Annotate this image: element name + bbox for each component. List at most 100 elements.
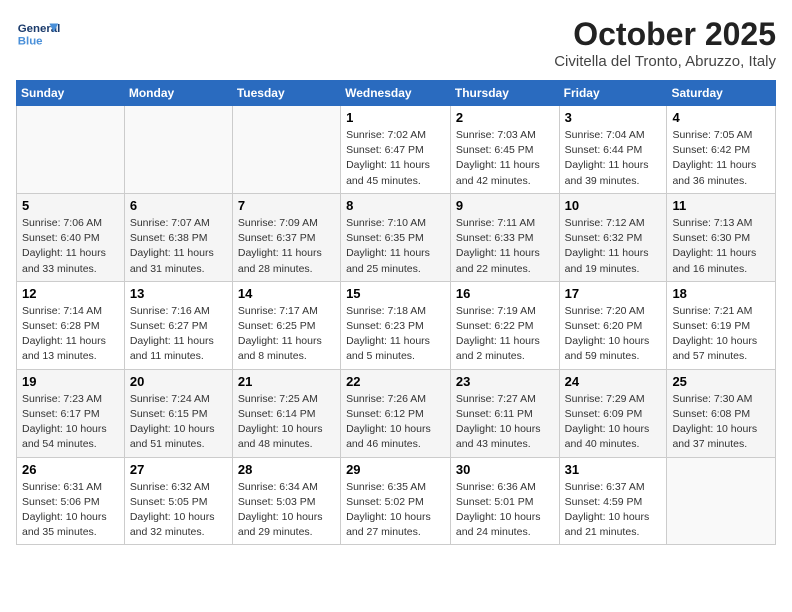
day-info: Sunrise: 7:24 AM Sunset: 6:15 PM Dayligh… — [130, 392, 227, 453]
calendar-cell: 7 Sunrise: 7:09 AM Sunset: 6:37 PM Daylig… — [232, 193, 340, 281]
day-info: Sunrise: 7:16 AM Sunset: 6:27 PM Dayligh… — [130, 304, 227, 365]
month-title: October 2025 — [554, 16, 776, 53]
calendar-cell: 13 Sunrise: 7:16 AM Sunset: 6:27 PM Dayli… — [124, 281, 232, 369]
day-number: 12 — [22, 286, 119, 301]
calendar-week-row: 19 Sunrise: 7:23 AM Sunset: 6:17 PM Dayli… — [17, 369, 776, 457]
day-info: Sunrise: 7:13 AM Sunset: 6:30 PM Dayligh… — [672, 216, 770, 277]
day-number: 19 — [22, 374, 119, 389]
day-number: 9 — [456, 198, 554, 213]
day-info: Sunrise: 7:30 AM Sunset: 6:08 PM Dayligh… — [672, 392, 770, 453]
day-number: 18 — [672, 286, 770, 301]
day-info: Sunrise: 7:12 AM Sunset: 6:32 PM Dayligh… — [565, 216, 662, 277]
calendar-cell: 15 Sunrise: 7:18 AM Sunset: 6:23 PM Dayli… — [341, 281, 451, 369]
day-number: 20 — [130, 374, 227, 389]
day-number: 13 — [130, 286, 227, 301]
day-number: 5 — [22, 198, 119, 213]
day-number: 26 — [22, 462, 119, 477]
calendar-week-row: 5 Sunrise: 7:06 AM Sunset: 6:40 PM Daylig… — [17, 193, 776, 281]
calendar-cell: 23Sunrise: 7:27 AM Sunset: 6:11 PM Dayli… — [450, 369, 559, 457]
day-number: 29 — [346, 462, 445, 477]
day-number: 27 — [130, 462, 227, 477]
day-info: Sunrise: 7:07 AM Sunset: 6:38 PM Dayligh… — [130, 216, 227, 277]
day-header-tuesday: Tuesday — [232, 81, 340, 106]
day-header-thursday: Thursday — [450, 81, 559, 106]
day-number: 24 — [565, 374, 662, 389]
day-number: 11 — [672, 198, 770, 213]
svg-text:Blue: Blue — [18, 36, 43, 48]
day-info: Sunrise: 7:09 AM Sunset: 6:37 PM Dayligh… — [238, 216, 335, 277]
header: General Blue October 2025 Civitella del … — [16, 16, 776, 70]
calendar-table: SundayMondayTuesdayWednesdayThursdayFrid… — [16, 80, 776, 545]
day-info: Sunrise: 7:19 AM Sunset: 6:22 PM Dayligh… — [456, 304, 554, 365]
day-info: Sunrise: 7:11 AM Sunset: 6:33 PM Dayligh… — [456, 216, 554, 277]
day-header-wednesday: Wednesday — [341, 81, 451, 106]
day-info: Sunrise: 7:05 AM Sunset: 6:42 PM Dayligh… — [672, 128, 770, 189]
day-number: 1 — [346, 110, 445, 125]
day-info: Sunrise: 7:18 AM Sunset: 6:23 PM Dayligh… — [346, 304, 445, 365]
day-info: Sunrise: 6:35 AM Sunset: 5:02 PM Dayligh… — [346, 480, 445, 541]
location-subtitle: Civitella del Tronto, Abruzzo, Italy — [554, 53, 776, 70]
calendar-cell — [17, 106, 125, 194]
calendar-cell — [124, 106, 232, 194]
calendar-cell: 1 Sunrise: 7:02 AM Sunset: 6:47 PM Daylig… — [341, 106, 451, 194]
day-number: 31 — [565, 462, 662, 477]
calendar-cell: 24 Sunrise: 7:29 AM Sunset: 6:09 PM Dayli… — [559, 369, 667, 457]
day-number: 28 — [238, 462, 335, 477]
title-area: October 2025 Civitella del Tronto, Abruz… — [554, 16, 776, 70]
calendar-cell — [232, 106, 340, 194]
day-info: Sunrise: 6:34 AM Sunset: 5:03 PM Dayligh… — [238, 480, 335, 541]
calendar-cell: 8Sunrise: 7:10 AM Sunset: 6:35 PM Daylig… — [341, 193, 451, 281]
day-number: 14 — [238, 286, 335, 301]
calendar-cell: 27Sunrise: 6:32 AM Sunset: 5:05 PM Dayli… — [124, 457, 232, 545]
calendar-cell: 22Sunrise: 7:26 AM Sunset: 6:12 PM Dayli… — [341, 369, 451, 457]
calendar-cell: 26 Sunrise: 6:31 AM Sunset: 5:06 PM Dayli… — [17, 457, 125, 545]
day-number: 7 — [238, 198, 335, 213]
calendar-cell: 25Sunrise: 7:30 AM Sunset: 6:08 PM Dayli… — [667, 369, 776, 457]
day-info: Sunrise: 7:14 AM Sunset: 6:28 PM Dayligh… — [22, 304, 119, 365]
calendar-cell: 11 Sunrise: 7:13 AM Sunset: 6:30 PM Dayli… — [667, 193, 776, 281]
day-info: Sunrise: 7:10 AM Sunset: 6:35 PM Dayligh… — [346, 216, 445, 277]
day-info: Sunrise: 7:04 AM Sunset: 6:44 PM Dayligh… — [565, 128, 662, 189]
calendar-week-row: 12 Sunrise: 7:14 AM Sunset: 6:28 PM Dayli… — [17, 281, 776, 369]
day-info: Sunrise: 7:23 AM Sunset: 6:17 PM Dayligh… — [22, 392, 119, 453]
day-number: 23 — [456, 374, 554, 389]
day-info: Sunrise: 6:37 AM Sunset: 4:59 PM Dayligh… — [565, 480, 662, 541]
calendar-cell: 3Sunrise: 7:04 AM Sunset: 6:44 PM Daylig… — [559, 106, 667, 194]
calendar-cell: 19 Sunrise: 7:23 AM Sunset: 6:17 PM Dayli… — [17, 369, 125, 457]
day-number: 30 — [456, 462, 554, 477]
calendar-cell: 12 Sunrise: 7:14 AM Sunset: 6:28 PM Dayli… — [17, 281, 125, 369]
calendar-cell: 20 Sunrise: 7:24 AM Sunset: 6:15 PM Dayli… — [124, 369, 232, 457]
calendar-cell: 9 Sunrise: 7:11 AM Sunset: 6:33 PM Daylig… — [450, 193, 559, 281]
day-number: 6 — [130, 198, 227, 213]
day-info: Sunrise: 7:26 AM Sunset: 6:12 PM Dayligh… — [346, 392, 445, 453]
calendar-cell: 18 Sunrise: 7:21 AM Sunset: 6:19 PM Dayli… — [667, 281, 776, 369]
calendar-cell: 14 Sunrise: 7:17 AM Sunset: 6:25 PM Dayli… — [232, 281, 340, 369]
logo: General Blue — [16, 16, 62, 52]
day-info: Sunrise: 7:29 AM Sunset: 6:09 PM Dayligh… — [565, 392, 662, 453]
calendar-cell: 21Sunrise: 7:25 AM Sunset: 6:14 PM Dayli… — [232, 369, 340, 457]
day-info: Sunrise: 7:21 AM Sunset: 6:19 PM Dayligh… — [672, 304, 770, 365]
day-info: Sunrise: 7:02 AM Sunset: 6:47 PM Dayligh… — [346, 128, 445, 189]
calendar-cell: 4 Sunrise: 7:05 AM Sunset: 6:42 PM Daylig… — [667, 106, 776, 194]
calendar-cell: 30 Sunrise: 6:36 AM Sunset: 5:01 PM Dayli… — [450, 457, 559, 545]
day-number: 15 — [346, 286, 445, 301]
day-number: 21 — [238, 374, 335, 389]
day-info: Sunrise: 6:36 AM Sunset: 5:01 PM Dayligh… — [456, 480, 554, 541]
day-header-saturday: Saturday — [667, 81, 776, 106]
day-info: Sunrise: 6:31 AM Sunset: 5:06 PM Dayligh… — [22, 480, 119, 541]
day-info: Sunrise: 7:03 AM Sunset: 6:45 PM Dayligh… — [456, 128, 554, 189]
calendar-cell: 2Sunrise: 7:03 AM Sunset: 6:45 PM Daylig… — [450, 106, 559, 194]
day-header-sunday: Sunday — [17, 81, 125, 106]
day-number: 17 — [565, 286, 662, 301]
calendar-header-row: SundayMondayTuesdayWednesdayThursdayFrid… — [17, 81, 776, 106]
day-number: 10 — [565, 198, 662, 213]
calendar-week-row: 26 Sunrise: 6:31 AM Sunset: 5:06 PM Dayli… — [17, 457, 776, 545]
calendar-cell: 29 Sunrise: 6:35 AM Sunset: 5:02 PM Dayli… — [341, 457, 451, 545]
calendar-cell: 17Sunrise: 7:20 AM Sunset: 6:20 PM Dayli… — [559, 281, 667, 369]
calendar-cell: 5 Sunrise: 7:06 AM Sunset: 6:40 PM Daylig… — [17, 193, 125, 281]
calendar-cell: 28 Sunrise: 6:34 AM Sunset: 5:03 PM Dayli… — [232, 457, 340, 545]
day-number: 4 — [672, 110, 770, 125]
day-info: Sunrise: 7:17 AM Sunset: 6:25 PM Dayligh… — [238, 304, 335, 365]
day-info: Sunrise: 7:06 AM Sunset: 6:40 PM Dayligh… — [22, 216, 119, 277]
calendar-week-row: 1 Sunrise: 7:02 AM Sunset: 6:47 PM Daylig… — [17, 106, 776, 194]
